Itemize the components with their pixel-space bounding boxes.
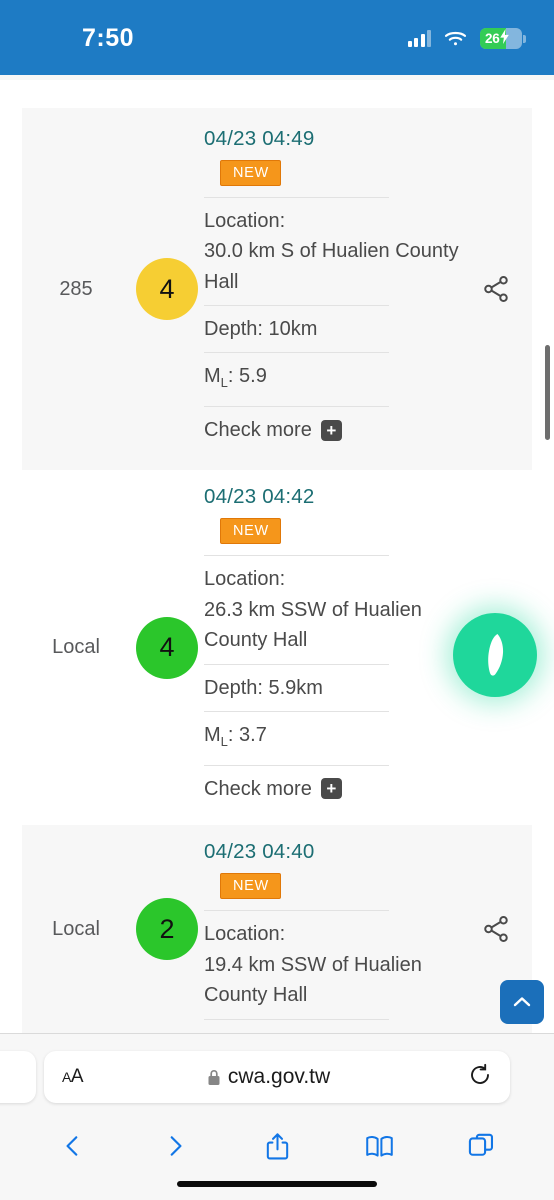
- battery-percent: 26: [485, 31, 500, 46]
- earthquake-details: 04/23 04:40 NEW Location: 19.4 km SSW of…: [204, 824, 460, 1033]
- webpage-content: Check more + 285 4 04/23 04:49 NEW Locat…: [0, 0, 554, 1033]
- location-line: Location: 30.0 km S of Hualien County Ha…: [204, 198, 460, 306]
- battery-cap: [523, 34, 526, 43]
- url-bar-row: AA cwa.gov.tw: [0, 1034, 554, 1120]
- battery-wrapper: 26: [480, 28, 526, 49]
- magnitude-line: ML: 5.9: [204, 353, 460, 406]
- earthquake-time: 04/23 04:49: [204, 126, 315, 150]
- location-label: Location:: [204, 568, 286, 591]
- share-cell[interactable]: [460, 914, 532, 944]
- magnitude-line: ML: 3.7: [204, 712, 460, 765]
- intensity-badge: 4: [136, 258, 198, 320]
- status-time: 7:50: [82, 24, 135, 52]
- tabs-button[interactable]: [453, 1124, 509, 1168]
- chevron-up-icon: [513, 997, 531, 1007]
- badge-wrapper: NEW: [204, 518, 460, 555]
- magnitude-prefix: M: [204, 365, 221, 388]
- check-more-line[interactable]: Check more +: [204, 407, 460, 453]
- earthquake-id: Local: [52, 917, 100, 940]
- back-button[interactable]: [45, 1124, 101, 1168]
- location-label: Location:: [204, 209, 286, 232]
- lock-icon: [208, 1069, 220, 1085]
- location-line: Location: 19.4 km SSW of Hualien County …: [204, 911, 460, 1019]
- divider: [204, 1018, 389, 1020]
- magnitude-prefix: M: [204, 723, 221, 746]
- wifi-icon: [444, 30, 467, 47]
- new-badge: NEW: [220, 873, 281, 900]
- reload-button[interactable]: [468, 1063, 492, 1092]
- location-value: 26.3 km SSW of Hualien County Hall: [204, 598, 422, 652]
- status-bar: 7:50 26: [0, 0, 554, 75]
- share-icon[interactable]: [481, 914, 511, 944]
- depth-line: Depth: 10km: [204, 318, 318, 341]
- home-indicator: [177, 1181, 377, 1187]
- reload-icon: [471, 1063, 489, 1084]
- badge-wrapper: NEW: [204, 159, 460, 197]
- plus-icon: +: [320, 778, 342, 800]
- earthquake-details: 04/23 04:49 NEW Location: 30.0 km S of H…: [204, 111, 460, 468]
- lightning-bolt-icon: [499, 28, 510, 49]
- tabs-icon: [468, 1133, 494, 1156]
- back-icon: [66, 1136, 78, 1156]
- magnitude-value: : 5.9: [227, 365, 267, 388]
- intensity-cell: 4: [130, 616, 204, 679]
- new-badge: NEW: [220, 518, 281, 545]
- location-label: Location:: [204, 923, 286, 946]
- url-text: cwa.gov.tw: [227, 1065, 331, 1088]
- share-button[interactable]: [249, 1124, 305, 1168]
- share-cell[interactable]: [460, 274, 532, 304]
- page-scrollbar[interactable]: [545, 345, 550, 440]
- intensity-cell: 4: [130, 258, 204, 320]
- earthquake-id: Local: [52, 636, 100, 658]
- depth-line: Depth: 5.9km: [204, 676, 323, 699]
- scroll-to-top-button[interactable]: [500, 980, 544, 1024]
- earthquake-details: 04/23 04:42 NEW Location: 26.3 km SSW of…: [204, 469, 460, 826]
- safari-toolbar: [0, 1120, 554, 1172]
- earthquake-row[interactable]: 285 4 04/23 04:49 NEW Location: 30.0 km …: [22, 108, 532, 470]
- phone-screen: Check more + 285 4 04/23 04:49 NEW Locat…: [0, 0, 554, 1200]
- badge-wrapper: NEW: [204, 873, 460, 910]
- forward-icon: [170, 1136, 182, 1156]
- new-badge: NEW: [220, 159, 281, 186]
- address-bar[interactable]: AA cwa.gov.tw: [44, 1051, 510, 1103]
- earthquake-row[interactable]: Local 2 04/23 04:40 NEW Location: 19.4 k…: [22, 825, 532, 1033]
- earthquake-time: 04/23 04:42: [204, 485, 315, 509]
- intensity-badge: 2: [136, 898, 198, 960]
- magnitude-subscript: L: [220, 733, 228, 749]
- adjacent-tab-peek[interactable]: [0, 1051, 36, 1103]
- earthquake-time: 04/23 04:40: [204, 840, 315, 864]
- taiwan-map-button[interactable]: [453, 613, 537, 697]
- check-more-link[interactable]: Check more +: [204, 415, 342, 445]
- signal-bars-icon: [407, 30, 431, 47]
- intensity-cell: 2: [130, 898, 204, 960]
- magnitude-value: : 3.7: [227, 723, 267, 746]
- plus-icon: +: [320, 419, 342, 441]
- location-value: 30.0 km S of Hualien County Hall: [204, 240, 459, 293]
- taiwan-island-icon: [488, 634, 504, 676]
- url-display[interactable]: cwa.gov.tw: [69, 1065, 468, 1089]
- intensity-badge: 4: [136, 616, 198, 679]
- share-icon[interactable]: [481, 274, 511, 304]
- check-more-link[interactable]: Check more +: [204, 774, 342, 804]
- check-more-line[interactable]: Check more +: [204, 766, 460, 812]
- location-value: 19.4 km SSW of Hualien County Hall: [204, 953, 422, 1007]
- magnitude-subscript: L: [220, 375, 228, 391]
- earthquake-id: 285: [59, 277, 93, 300]
- location-line: Location: 26.3 km SSW of Hualien County …: [204, 556, 460, 664]
- bookmarks-icon: [365, 1135, 393, 1157]
- share-icon: [266, 1132, 288, 1159]
- safari-browser-chrome: AA cwa.gov.tw: [0, 1033, 554, 1200]
- status-icons: 26: [407, 28, 526, 49]
- bookmarks-button[interactable]: [351, 1124, 407, 1168]
- forward-button[interactable]: [147, 1124, 203, 1168]
- battery-charging-icon: 26: [480, 28, 522, 49]
